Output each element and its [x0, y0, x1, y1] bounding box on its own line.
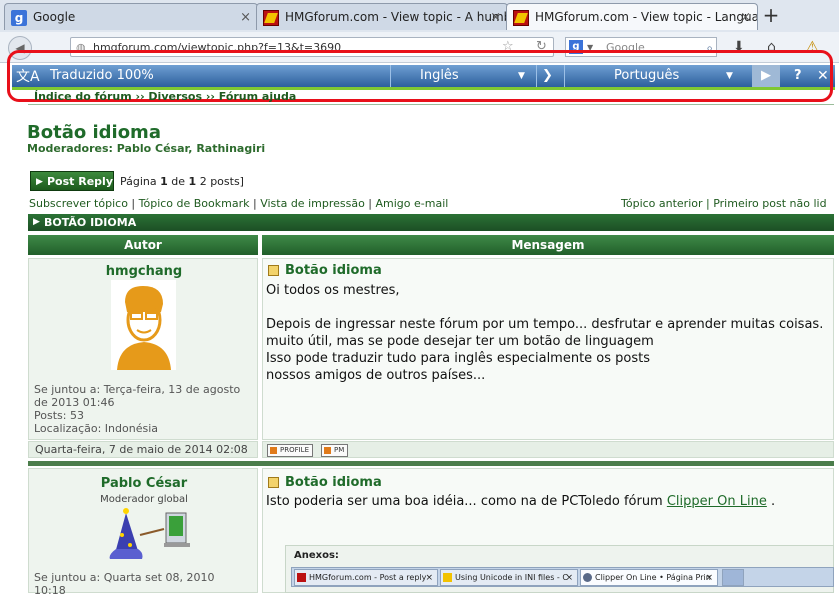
triangle-right-icon: ▶: [33, 217, 40, 227]
breadcrumb[interactable]: Índice do fórum ›› Diversos ›› Fórum aju…: [34, 90, 296, 103]
location: Localização: Indonésia: [34, 422, 158, 435]
topic-header-label[interactable]: BOTÃO IDIOMA: [44, 214, 136, 231]
author-info: Se juntou a: Terça-feira, 13 de agosto d…: [34, 383, 254, 435]
hmg-favicon-icon: [513, 10, 529, 26]
profile-icon: [270, 447, 277, 454]
author-name[interactable]: Pablo César: [29, 476, 259, 491]
close-tab-icon[interactable]: ×: [240, 4, 251, 30]
post-body: Oi todos os mestres, Depois de ingressar…: [266, 283, 824, 383]
hmg-favicon-icon: [297, 573, 306, 582]
tab-label: HMGforum.com - View topic - Language B..…: [535, 10, 758, 24]
triangle-right-icon: ▶: [36, 177, 43, 187]
author-role: Moderador global: [100, 494, 188, 505]
post-count: Posts: 53: [34, 409, 84, 422]
screenshot-tab: Using Unicode in INI files - C ×: [440, 569, 578, 586]
avatar: [109, 508, 190, 559]
pagination: Página 1 de 1 2 posts]: [120, 175, 244, 188]
browser-tab-bar: g Google × HMGforum.com - View topic - A…: [0, 0, 839, 33]
author-column-header: Autor: [28, 235, 258, 255]
topic-navigation-links[interactable]: Tópico anterior | Primeiro post não lid: [621, 197, 827, 210]
tab-hmg-language[interactable]: HMGforum.com - View topic - Language B..…: [506, 3, 758, 30]
print-view-link[interactable]: Vista de impressão: [260, 197, 365, 210]
post-icon: [268, 265, 279, 276]
tab-hmg-humble[interactable]: HMGforum.com - View topic - A humble re.…: [256, 3, 508, 30]
post-title[interactable]: Botão idioma: [268, 263, 382, 278]
unicode-favicon-icon: [443, 573, 452, 582]
pm-button[interactable]: PM: [321, 444, 349, 457]
new-tab-button[interactable]: +: [760, 4, 782, 28]
email-friend-link[interactable]: Amigo e-mail: [376, 197, 449, 210]
post-icon: [268, 477, 279, 488]
topic-actions: Subscrever tópico | Tópico de Bookmark |…: [29, 197, 449, 210]
clipper-online-link[interactable]: Clipper On Line: [667, 494, 767, 509]
close-tab-icon[interactable]: ×: [490, 4, 501, 30]
tab-label: HMGforum.com - View topic - A humble re.…: [285, 10, 507, 24]
close-tab-icon[interactable]: ×: [740, 4, 751, 30]
post-reply-label: Post Reply: [47, 175, 113, 188]
message-column-header: Mensagem: [262, 235, 834, 255]
tab-label: Google: [33, 10, 76, 24]
attachment-screenshot[interactable]: HMGforum.com - Post a reply × Using Unico…: [291, 567, 834, 587]
joined-date: Se juntou a: Terça-feira, 13 de agosto d…: [34, 383, 241, 409]
post-body: Isto poderia ser uma boa idéia... como n…: [266, 494, 776, 509]
author-info: Se juntou a: Quarta set 08, 2010 10:18: [34, 571, 234, 597]
post-reply-button[interactable]: ▶ Post Reply: [30, 171, 114, 191]
screenshot-tab: HMGforum.com - Post a reply ×: [294, 569, 438, 586]
divider: [28, 104, 834, 105]
bookmark-link[interactable]: Tópico de Bookmark: [139, 197, 250, 210]
profile-button[interactable]: PROFILE: [267, 444, 314, 457]
author-name[interactable]: hmgchang: [29, 264, 259, 279]
hmg-favicon-icon: [263, 10, 279, 26]
post-buttons: PROFILE PM: [262, 441, 834, 458]
avatar: [111, 280, 176, 370]
clipper-favicon-icon: [583, 573, 592, 582]
topic-header-bar: ▶ BOTÃO IDIOMA: [28, 214, 834, 231]
moderators: Moderadores: Pablo César, Rathinagiri: [27, 142, 266, 155]
post-title[interactable]: Botão idioma: [268, 475, 382, 490]
screenshot-tab: Clipper On Line • Página Prin ×: [580, 569, 718, 586]
attachments-label: Anexos:: [294, 550, 339, 561]
google-favicon-icon: g: [11, 10, 27, 26]
page-title[interactable]: Botão idioma: [27, 122, 161, 143]
subscribe-link[interactable]: Subscrever tópico: [29, 197, 128, 210]
pm-icon: [324, 447, 331, 454]
tab-google[interactable]: g Google ×: [4, 3, 258, 30]
joined-date: Se juntou a: Quarta set 08, 2010 10:18: [34, 571, 215, 597]
post-divider: [28, 461, 834, 466]
post-date: Quarta-feira, 7 de maio de 2014 02:08: [28, 441, 258, 458]
screenshot-new-tab: [722, 569, 744, 586]
